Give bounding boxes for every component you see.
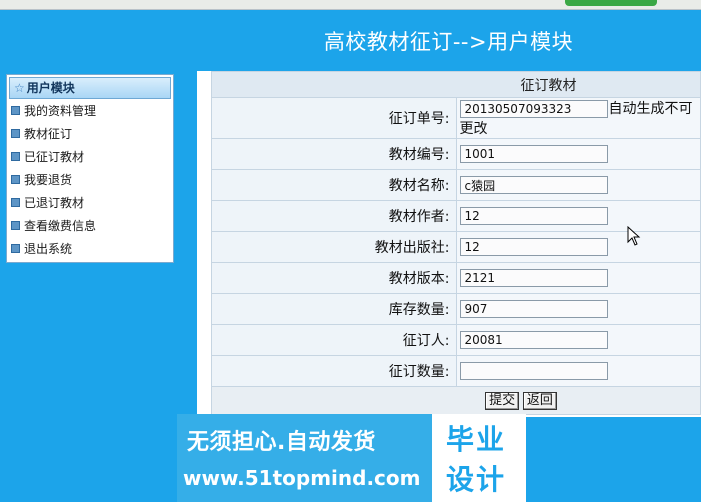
sidebar-item-payments[interactable]: 查看缴费信息 [7,214,173,237]
form-row-book-name: 教材名称: [211,169,701,201]
main-panel: 征订教材 征订单号: 自动生成不可更改 教材编号: 教材名称: 教材作者: [197,71,701,417]
sidebar-item-subscribed[interactable]: 已征订教材 [7,145,173,168]
sidebar-item-label: 已退订教材 [24,196,85,210]
sidebar-item-return[interactable]: 我要退货 [7,168,173,191]
stock-cell [455,293,701,325]
quantity-label: 征订数量: [211,355,457,387]
watermark-logo-line2: 设计 [446,463,507,496]
form-row-quantity: 征订数量: [211,355,701,387]
stock-label: 库存数量: [211,293,457,325]
book-no-label: 教材编号: [211,138,457,170]
subscriber-field[interactable] [459,331,608,349]
order-no-field[interactable] [459,100,608,118]
form-button-cell: 提交 返回 [211,386,701,415]
book-name-field[interactable] [459,176,608,194]
sidebar-item-label: 退出系统 [24,242,73,256]
subscriber-cell [455,324,701,356]
form-row-book-no: 教材编号: [211,138,701,170]
browser-green-button[interactable] [565,0,657,6]
bullet-icon [11,129,20,138]
watermark-banner: 无须担心.自动发货 www.51topmind.com 毕业 设计 [177,414,526,502]
page-title: 高校教材征订-->用户模块 [323,30,574,54]
bullet-icon [11,106,20,115]
edition-field[interactable] [459,269,608,287]
bullet-icon [11,244,20,253]
form-button-row: 提交 返回 [211,386,701,415]
book-name-cell [455,169,701,201]
publisher-label: 教材出版社: [211,231,457,263]
book-no-cell [455,138,701,170]
bullet-icon [11,198,20,207]
sidebar-header: ☆ 用户模块 [9,77,171,99]
order-no-label: 征订单号: [211,97,457,139]
sidebar-item-profile[interactable]: 我的资料管理 [7,99,173,122]
order-no-cell: 自动生成不可更改 [455,97,701,139]
stock-field[interactable] [459,300,608,318]
form-row-edition: 教材版本: [211,262,701,294]
book-name-label: 教材名称: [211,169,457,201]
form-title-row: 征订教材 [211,71,701,98]
sidebar-item-label: 已征订教材 [24,150,85,164]
form-row-subscriber: 征订人: [211,324,701,356]
book-no-field[interactable] [459,145,608,163]
bullet-icon [11,152,20,161]
quantity-cell [455,355,701,387]
sidebar-item-returned[interactable]: 已退订教材 [7,191,173,214]
star-icon: ☆ [14,81,25,95]
watermark-left: 无须担心.自动发货 www.51topmind.com [177,414,432,502]
edition-cell [455,262,701,294]
watermark-logo-line1: 毕业 [446,423,507,456]
author-field[interactable] [459,207,608,225]
sidebar-item-subscribe[interactable]: 教材征订 [7,122,173,145]
watermark-logo: 毕业 设计 [432,414,526,502]
sidebar: ☆ 用户模块 我的资料管理 教材征订 已征订教材 我要退货 已退订教材 查看缴费信… [6,74,174,263]
author-cell [455,200,701,232]
form-title: 征订教材 [211,71,701,98]
quantity-field[interactable] [459,362,608,380]
back-button[interactable]: 返回 [522,391,557,410]
form-row-stock: 库存数量: [211,293,701,325]
bullet-icon [11,175,20,184]
mouse-cursor-icon [627,226,641,246]
author-label: 教材作者: [211,200,457,232]
sidebar-title: 用户模块 [26,81,75,95]
watermark-slogan: 无须担心.自动发货 [187,430,376,455]
browser-top-strip [0,0,701,10]
edition-label: 教材版本: [211,262,457,294]
sidebar-item-logout[interactable]: 退出系统 [7,237,173,260]
sidebar-item-label: 查看缴费信息 [24,219,97,233]
subscriber-label: 征订人: [211,324,457,356]
form-row-order-no: 征订单号: 自动生成不可更改 [211,97,701,139]
submit-button[interactable]: 提交 [485,391,520,410]
sidebar-item-label: 我的资料管理 [24,104,97,118]
watermark-url: www.51topmind.com [183,466,421,490]
sidebar-item-label: 我要退货 [24,173,73,187]
bullet-icon [11,221,20,230]
sidebar-item-label: 教材征订 [24,127,73,141]
publisher-field[interactable] [459,238,608,256]
publisher-cell [455,231,701,263]
